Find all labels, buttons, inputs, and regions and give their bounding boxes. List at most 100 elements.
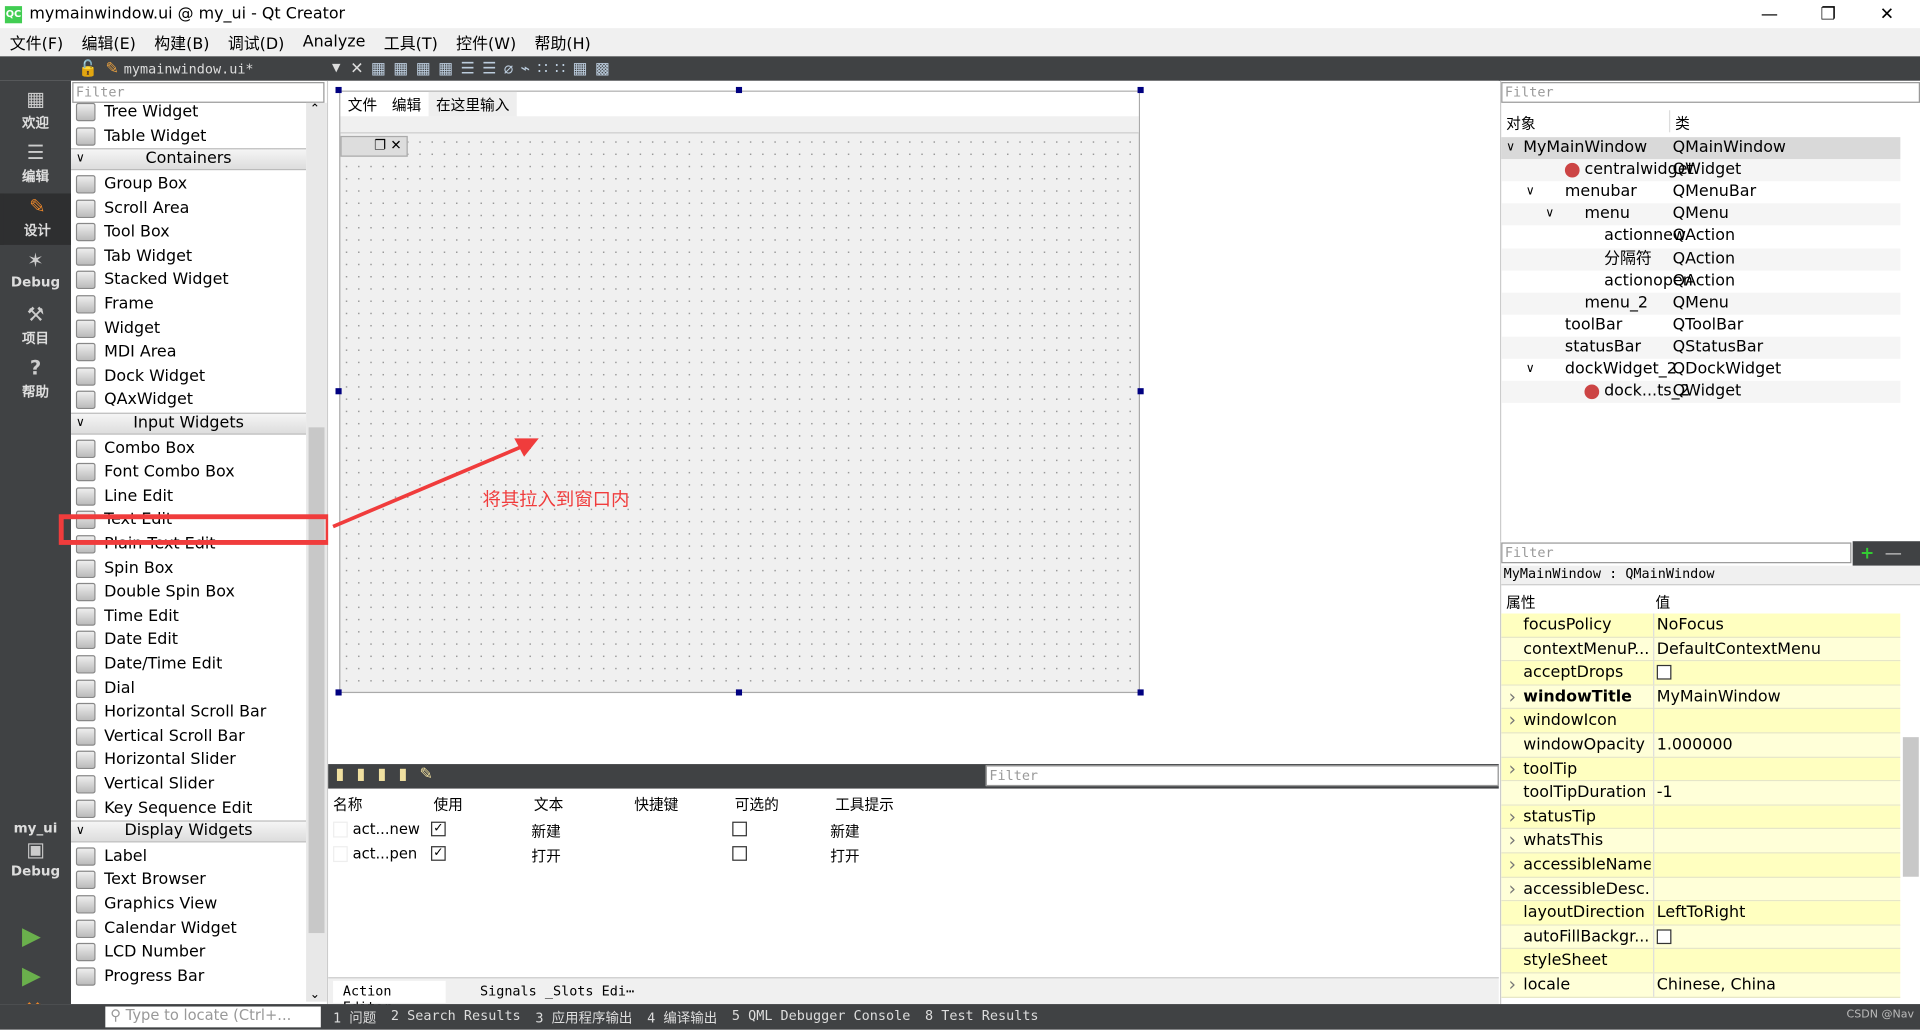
- object-row[interactable]: ∨ dockWidget_2 QDockWidget: [1501, 359, 1900, 381]
- action-used-checkbox[interactable]: ✓: [431, 846, 446, 861]
- action-column-header[interactable]: 工具提示: [835, 793, 894, 814]
- property-row[interactable]: › statusTip: [1501, 805, 1901, 830]
- action-row[interactable]: act...pen ✓ 打开 打开: [328, 842, 1499, 866]
- property-row[interactable]: focusPolicy NoFocus: [1501, 613, 1901, 638]
- output-pane-button[interactable]: 2 Search Results: [391, 1008, 521, 1028]
- chevron-down-icon[interactable]: ∨: [1526, 359, 1535, 381]
- object-row[interactable]: actionnew QAction: [1501, 226, 1900, 248]
- object-class: QWidget: [1672, 160, 1742, 179]
- action-column-header[interactable]: 使用: [433, 793, 462, 814]
- property-name: contextMenuP...: [1523, 639, 1650, 659]
- output-pane-button[interactable]: 5 QML Debugger Console: [732, 1008, 910, 1028]
- chevron-right-icon[interactable]: ›: [1509, 685, 1516, 708]
- object-tree-scrollbar[interactable]: [1900, 107, 1920, 539]
- property-value[interactable]: [1653, 925, 1672, 949]
- chevron-right-icon[interactable]: ›: [1509, 853, 1516, 876]
- object-name: menu_2: [1584, 293, 1649, 312]
- property-value-text: 1.000000: [1656, 735, 1733, 755]
- output-pane-button[interactable]: 1 问题: [333, 1008, 376, 1028]
- property-value[interactable]: [1653, 709, 1657, 733]
- object-row[interactable]: statusBar QStatusBar: [1501, 336, 1901, 359]
- scrollbar-thumb[interactable]: [1902, 737, 1919, 877]
- action-column-header[interactable]: 名称: [333, 793, 362, 814]
- property-row[interactable]: styleSheet: [1501, 949, 1901, 974]
- add-property-icon[interactable]: +: [1860, 544, 1874, 564]
- action-used-checkbox[interactable]: ✓: [431, 821, 446, 837]
- property-row[interactable]: › locale Chinese, China: [1501, 973, 1901, 998]
- object-row[interactable]: toolBar QToolBar: [1501, 314, 1900, 336]
- tab-signals-slots-editor[interactable]: Signals _Slots Edi⋯: [475, 981, 639, 1002]
- action-tool-icons[interactable]: ▮▮▮▮✎: [336, 765, 446, 783]
- chevron-down-icon[interactable]: ∨: [1545, 204, 1554, 226]
- object-row[interactable]: ∨ menubar QMenuBar: [1501, 181, 1900, 203]
- object-row[interactable]: ∨ MyMainWindow QMainWindow: [1501, 137, 1901, 160]
- property-value[interactable]: DefaultContextMenu: [1653, 637, 1821, 661]
- remove-property-icon[interactable]: —: [1885, 544, 1902, 564]
- property-checkbox[interactable]: [1656, 665, 1672, 680]
- locator-input[interactable]: ⚲ Type to locate (Ctrl+...: [105, 1006, 321, 1028]
- chevron-right-icon[interactable]: ›: [1509, 877, 1516, 900]
- property-name: locale: [1523, 975, 1571, 995]
- property-value[interactable]: MyMainWindow: [1653, 685, 1781, 709]
- property-row[interactable]: › whatsThis: [1501, 829, 1901, 854]
- tab-action-editor[interactable]: Action Editor: [333, 980, 446, 1015]
- chevron-right-icon[interactable]: ›: [1509, 829, 1516, 852]
- action-column-header[interactable]: 可选的: [735, 793, 779, 814]
- property-value[interactable]: [1653, 757, 1657, 781]
- property-context-label: MyMainWindow : QMainWindow: [1501, 565, 1920, 586]
- object-row[interactable]: menu_2 QMenu: [1501, 292, 1901, 315]
- property-value[interactable]: [1653, 805, 1657, 829]
- property-row[interactable]: toolTipDuration -1: [1501, 781, 1901, 806]
- property-row[interactable]: autoFillBackgr...: [1501, 925, 1901, 950]
- property-value[interactable]: 1.000000: [1653, 733, 1733, 757]
- object-row[interactable]: 分隔符 QAction: [1501, 247, 1901, 271]
- property-filter-input[interactable]: Filter: [1501, 542, 1852, 564]
- property-value[interactable]: Chinese, China: [1653, 973, 1776, 997]
- property-row[interactable]: windowOpacity 1.000000: [1501, 733, 1901, 758]
- property-row[interactable]: acceptDrops: [1501, 661, 1901, 686]
- action-checkable-checkbox[interactable]: [732, 821, 747, 837]
- output-pane-button[interactable]: 4 编译输出: [647, 1008, 717, 1028]
- property-value[interactable]: [1653, 661, 1672, 685]
- object-filter-input[interactable]: Filter: [1501, 82, 1920, 103]
- action-column-header[interactable]: 文本: [534, 793, 563, 814]
- action-row[interactable]: act...new ✓ 新建 新建: [328, 818, 1499, 842]
- property-row[interactable]: › windowIcon: [1501, 709, 1901, 734]
- object-row[interactable]: actionopen QAction: [1501, 270, 1900, 292]
- property-value[interactable]: [1653, 877, 1657, 901]
- chevron-right-icon[interactable]: ›: [1509, 805, 1516, 828]
- output-pane-button[interactable]: 8 Test Results: [925, 1008, 1039, 1028]
- chevron-down-icon[interactable]: ∨: [1506, 137, 1515, 159]
- property-scrollbar[interactable]: [1900, 587, 1920, 1005]
- property-row[interactable]: › toolTip: [1501, 757, 1901, 782]
- property-row[interactable]: layoutDirection LeftToRight: [1501, 901, 1901, 926]
- property-row[interactable]: contextMenuP... DefaultContextMenu: [1501, 637, 1901, 662]
- column-header-property: 属性: [1506, 593, 1536, 612]
- property-row[interactable]: › accessibleDesc...: [1501, 877, 1901, 902]
- property-name: windowOpacity: [1523, 735, 1645, 755]
- chevron-right-icon[interactable]: ›: [1509, 973, 1516, 996]
- property-value[interactable]: LeftToRight: [1653, 901, 1745, 925]
- chevron-right-icon[interactable]: ›: [1509, 709, 1516, 732]
- property-checkbox[interactable]: [1656, 929, 1672, 944]
- object-row[interactable]: ∨ menu QMenu: [1501, 203, 1901, 226]
- action-column-header[interactable]: 快捷键: [634, 793, 678, 814]
- output-pane-button[interactable]: 3 应用程序输出: [535, 1008, 632, 1028]
- action-filter-input[interactable]: Filter: [985, 765, 1499, 787]
- object-name: toolBar: [1564, 315, 1623, 335]
- action-checkable-checkbox[interactable]: [732, 846, 747, 861]
- property-row[interactable]: › windowTitle MyMainWindow: [1501, 685, 1901, 710]
- property-value[interactable]: [1653, 829, 1657, 853]
- property-value[interactable]: -1: [1653, 781, 1673, 805]
- chevron-down-icon[interactable]: ∨: [1526, 181, 1535, 203]
- property-value[interactable]: NoFocus: [1653, 613, 1724, 637]
- chevron-right-icon[interactable]: ›: [1509, 757, 1516, 780]
- object-row[interactable]: centralwidget QWidget: [1501, 159, 1901, 182]
- object-name: dockWidget_2: [1564, 360, 1677, 379]
- property-row[interactable]: › accessibleName: [1501, 853, 1901, 878]
- property-value[interactable]: [1653, 853, 1657, 877]
- object-row[interactable]: dock...ts_2 QWidget: [1501, 380, 1901, 403]
- annotation-text: 将其拉入到窗口内: [482, 488, 630, 511]
- object-class: QAction: [1672, 271, 1736, 290]
- property-value[interactable]: [1653, 949, 1657, 973]
